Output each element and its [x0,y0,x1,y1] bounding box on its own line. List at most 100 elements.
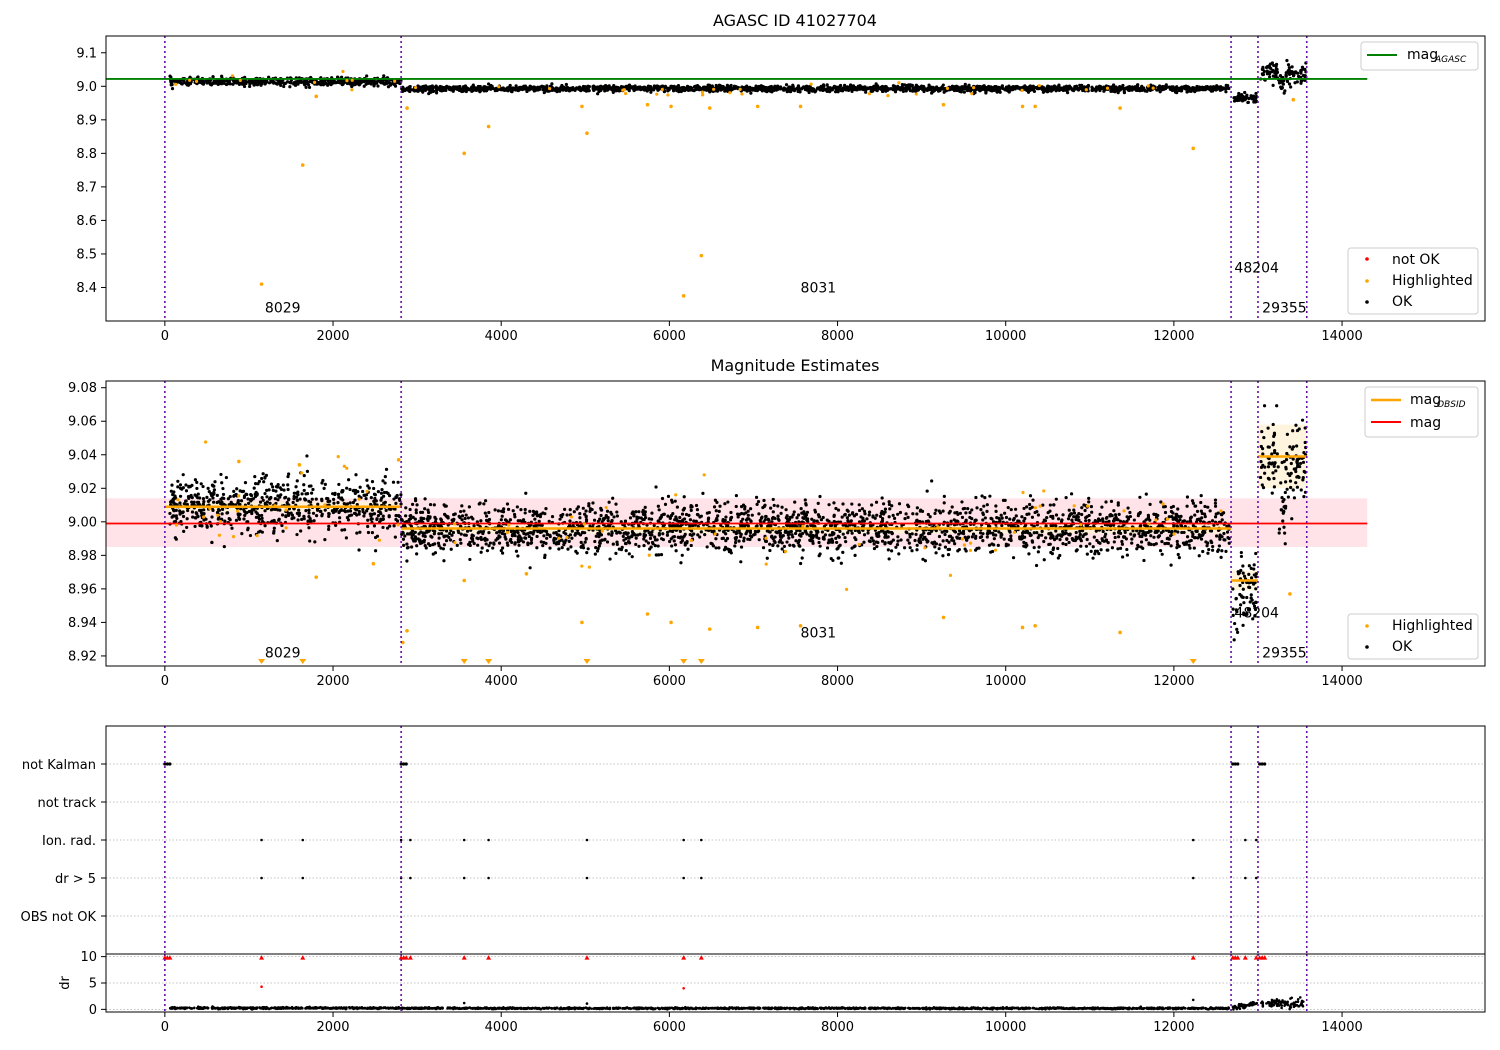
ok-point [311,487,315,492]
highlighted-point [548,86,552,91]
ok-point [796,89,800,94]
x-tick-label: 2000 [316,329,349,344]
ok-point [394,495,398,499]
ok-point [307,508,311,512]
ok-point [327,527,331,531]
ok-point [605,509,610,513]
ok-point [978,535,982,540]
ok-point [285,80,290,84]
ok-point [228,494,232,499]
ok-point [352,511,357,515]
ok-point [578,87,582,92]
ok-point [1079,544,1083,548]
ok-point [393,535,397,539]
legend-not-ok-label: not OK [1392,252,1440,268]
ok-point [332,501,336,505]
ok-point [1091,556,1095,560]
ok-point [491,546,495,550]
ok-point [319,80,323,85]
ok-point [286,475,290,479]
ok-point [966,506,970,511]
ok-point [864,90,868,94]
ok-point [388,82,392,86]
ok-point [1014,86,1018,90]
ok-point [1135,88,1139,92]
ok-point [1013,507,1018,511]
ok-point [186,83,191,87]
ok-point [432,532,436,536]
ok-point [1191,534,1195,538]
ok-point [399,493,403,497]
ok-point [1115,87,1120,91]
ok-point [705,545,709,549]
ok-point [1149,534,1153,538]
highlighted-point [1118,106,1122,110]
ok-point [358,485,362,489]
ok-point [1273,69,1278,74]
ok-point [446,86,450,90]
ok-point [1243,95,1248,99]
ok-point [818,494,822,499]
ok-point [956,88,960,92]
ok-point [819,87,823,91]
ok-point [415,544,419,548]
ok-point [571,87,575,92]
ok-point [178,494,183,498]
ok-point [717,86,721,91]
ok-point [1201,549,1205,554]
ok-point [857,508,862,513]
ok-point [597,88,602,92]
ok-point [1087,518,1091,523]
ok-point [326,499,330,504]
ok-point [484,499,488,503]
ok-point [1127,84,1132,89]
ok-point [1185,535,1190,539]
ok-point [210,515,214,519]
ok-point [233,81,237,85]
ok-point [455,85,460,89]
ok-point [365,478,369,482]
ok-point [309,500,313,504]
y-tick-label: 8.7 [76,180,97,195]
ok-point [185,517,189,521]
ok-point [1220,87,1224,92]
ok-point [333,492,337,497]
ok-point [442,559,446,563]
ok-point [605,540,610,544]
ok-point [307,85,312,90]
ok-point [807,90,811,95]
ok-point [1096,540,1101,544]
ok-point [197,508,202,512]
ok-point [900,85,904,89]
ok-point [841,532,845,536]
ok-point [271,485,275,489]
ok-point [382,74,386,78]
legend-highlighted-swatch [1365,279,1369,283]
ok-point [690,86,694,90]
ok-point [767,530,771,534]
ok-point [248,498,253,502]
ok-point [505,87,509,91]
ok-point [257,517,262,521]
ok-point [843,535,847,540]
ok-point [396,480,400,484]
ok-point [340,490,345,494]
ok-point [746,513,750,517]
ok-point [232,489,236,493]
highlighted-point [1084,88,1088,92]
ok-point [225,511,229,515]
ok-point [680,553,684,557]
ok-point [803,86,808,91]
ok-point [634,536,638,540]
ok-point [169,500,173,504]
ok-point [1135,83,1139,88]
ok-point [1084,532,1088,536]
ok-point [1008,517,1012,521]
ok-point [648,536,653,541]
ok-point [191,515,195,519]
ok-point [468,557,472,562]
ok-point [878,514,883,518]
ok-point [169,80,173,85]
ok-point [821,83,826,87]
ok-point [302,473,306,478]
